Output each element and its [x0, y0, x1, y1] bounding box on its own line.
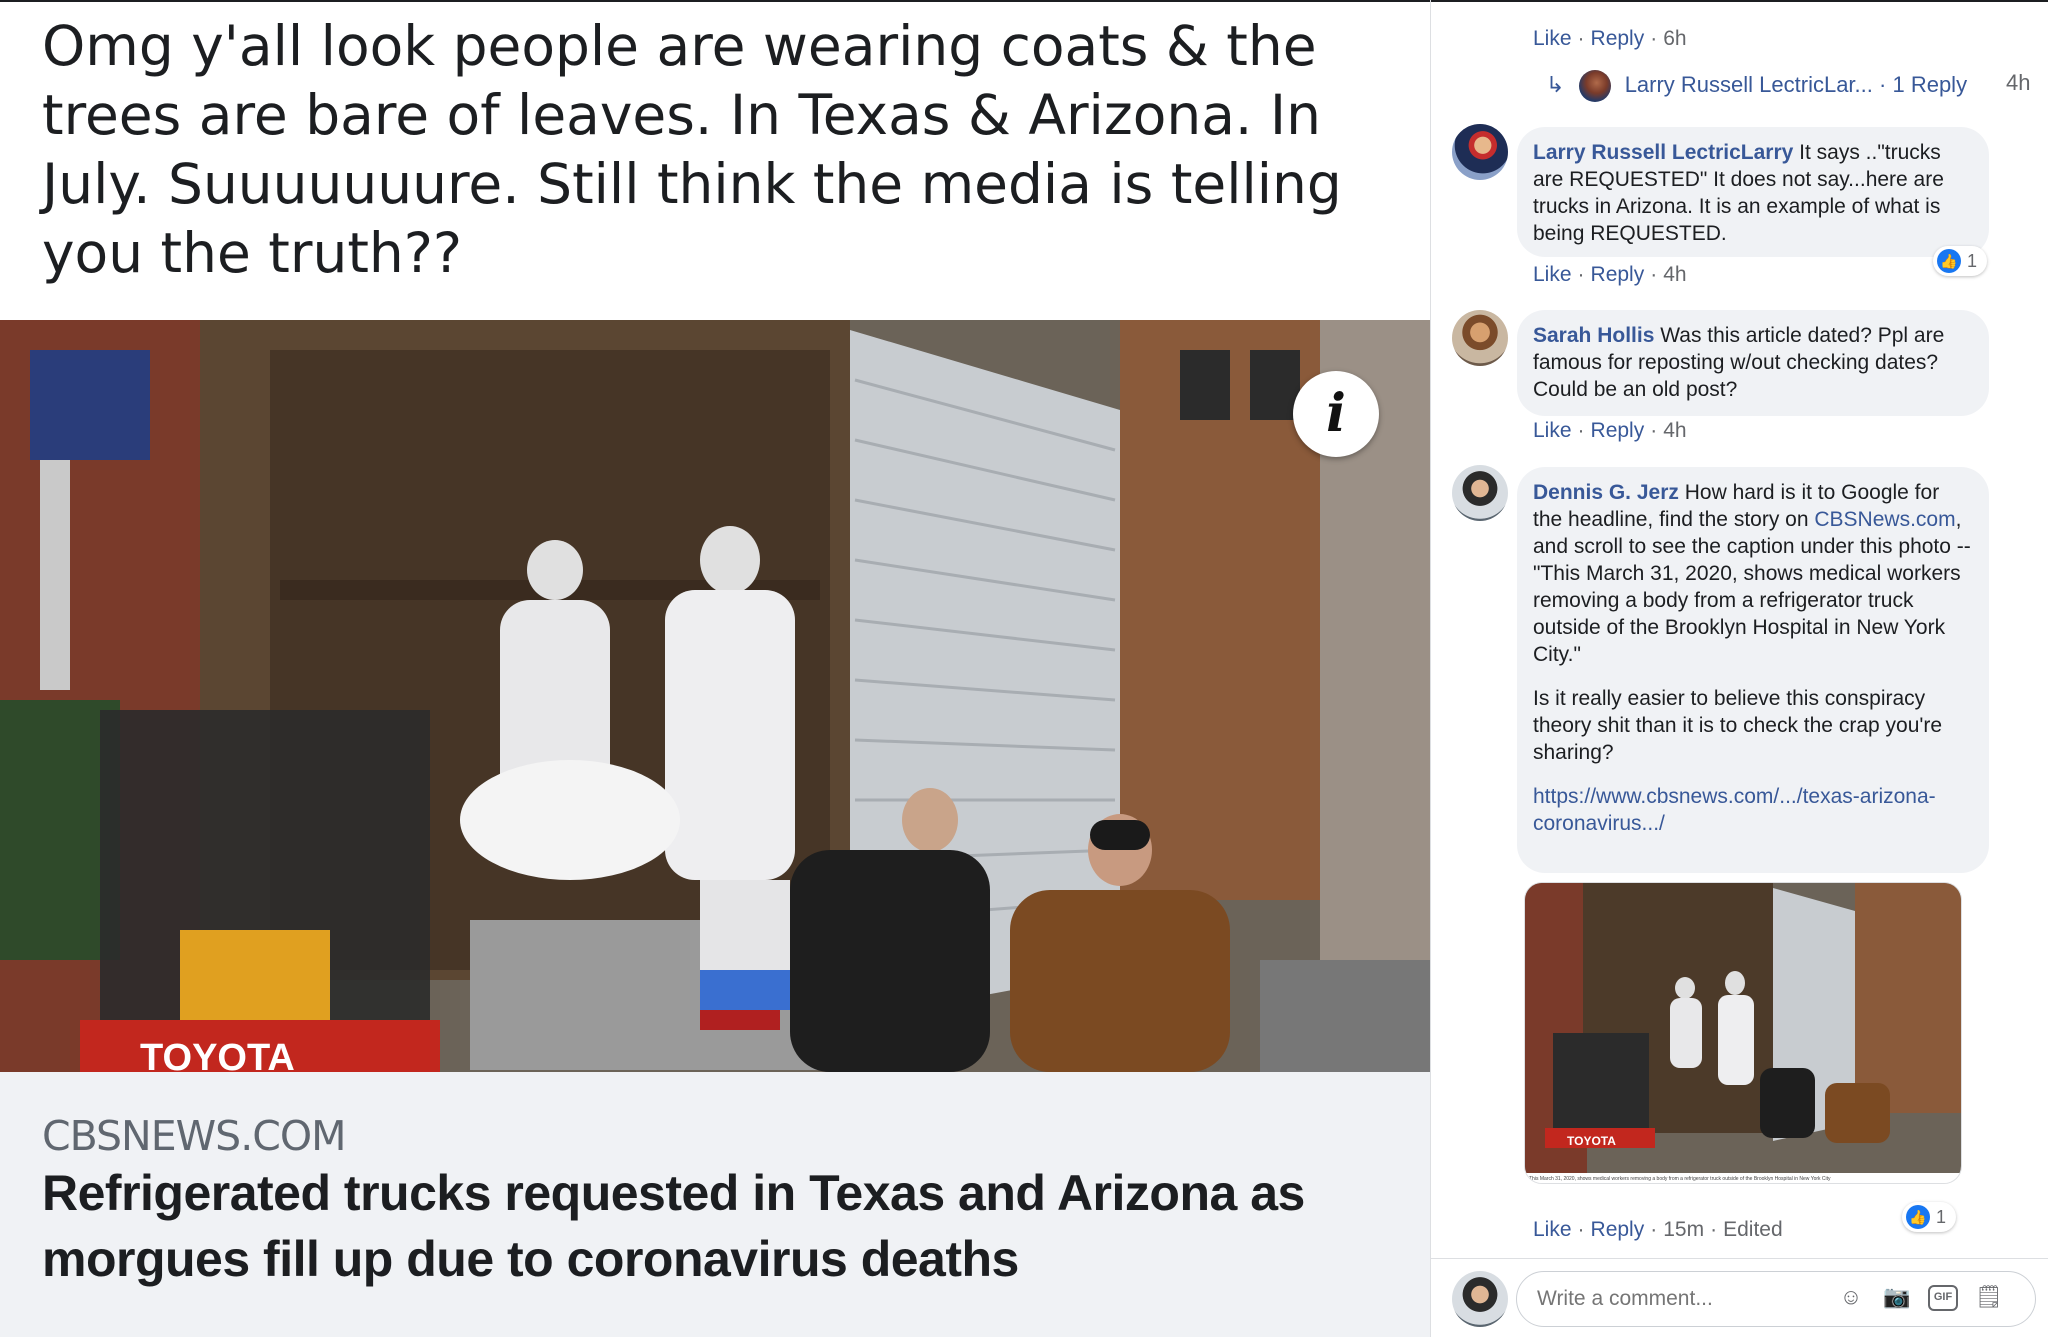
- comment-time: 6h: [1663, 27, 1687, 50]
- comment-url[interactable]: https://www.cbsnews.com/.../texas-arizon…: [1533, 783, 1971, 837]
- reaction-count: 1: [1936, 1207, 1947, 1227]
- reply-arrow-icon: ↳: [1546, 71, 1565, 97]
- comment-actions: Like · Reply · 4h: [1533, 263, 1687, 286]
- comment-bubble: Sarah Hollis Was this article dated? Ppl…: [1517, 310, 1989, 416]
- comment-photo[interactable]: TOYOTA This March 31, 2020, shows medica…: [1524, 882, 1962, 1184]
- photo-caption: This March 31, 2020, shows medical worke…: [1529, 1176, 1831, 1182]
- reply-link[interactable]: Reply: [1591, 27, 1645, 50]
- comment-bubble: Dennis G. Jerz How hard is it to Google …: [1517, 467, 1989, 873]
- sticker-icon[interactable]: 🗒: [1974, 1282, 2004, 1312]
- comment-author[interactable]: Larry Russell LectricLarry: [1533, 141, 1793, 164]
- reply-count[interactable]: 1 Reply: [1892, 72, 1967, 97]
- like-link[interactable]: Like: [1533, 263, 1572, 286]
- like-link[interactable]: Like: [1533, 419, 1572, 442]
- avatar: [1578, 70, 1611, 102]
- reaction-count: 1: [1967, 251, 1978, 271]
- edited-label: Edited: [1723, 1218, 1783, 1241]
- top-border: [0, 0, 2048, 2]
- reply-thread-author[interactable]: Larry Russell LectricLar...: [1625, 72, 1873, 97]
- link-domain: CBSNEWS.COM: [42, 1112, 347, 1160]
- avatar[interactable]: [1452, 310, 1508, 366]
- reply-thread-time: 4h: [2006, 70, 2031, 95]
- gif-icon[interactable]: GIF: [1928, 1285, 1958, 1311]
- avatar[interactable]: [1452, 124, 1508, 180]
- comment-actions: Like · Reply · 4h: [1533, 419, 1687, 442]
- comment-time: 4h: [1663, 419, 1687, 442]
- emoji-icon[interactable]: ☺: [1836, 1282, 1866, 1312]
- forklift-brand-text: TOYOTA: [1567, 1134, 1616, 1148]
- comment-text: Is it really easier to believe this cons…: [1533, 687, 1943, 764]
- panel-divider: [1430, 0, 1431, 1337]
- reaction-badge[interactable]: 👍 1: [1933, 246, 1988, 276]
- camera-icon[interactable]: 📷: [1882, 1282, 1912, 1312]
- reply-link[interactable]: Reply: [1591, 1218, 1645, 1241]
- comment-bubble: Larry Russell LectricLarry It says .."tr…: [1517, 127, 1989, 257]
- post-photo[interactable]: TOYOTA: [0, 320, 1430, 1072]
- reply-link[interactable]: Reply: [1591, 419, 1645, 442]
- inline-link[interactable]: CBSNews.com: [1814, 508, 1955, 531]
- reaction-badge[interactable]: 👍 1: [1902, 1202, 1957, 1232]
- comment-author[interactable]: Dennis G. Jerz: [1533, 481, 1679, 504]
- composer-icons: ☺ 📷 GIF 🗒: [1836, 1282, 2004, 1312]
- comment-actions-top: Like · Reply · 6h: [1533, 27, 1687, 50]
- like-link[interactable]: Like: [1533, 27, 1572, 50]
- forklift-brand-text: TOYOTA: [140, 1037, 295, 1072]
- reply-link[interactable]: Reply: [1591, 263, 1645, 286]
- comment-time: 4h: [1663, 263, 1687, 286]
- comment-time: 15m: [1663, 1218, 1705, 1241]
- post-text: Omg y'all look people are wearing coats …: [42, 14, 1342, 285]
- comment-author[interactable]: Sarah Hollis: [1533, 324, 1654, 347]
- thumbs-up-icon: 👍: [1937, 249, 1961, 273]
- info-icon[interactable]: i: [1293, 371, 1379, 457]
- avatar[interactable]: [1452, 465, 1508, 521]
- thumbs-up-icon: 👍: [1906, 1205, 1930, 1229]
- like-link[interactable]: Like: [1533, 1218, 1572, 1241]
- reply-thread-link[interactable]: ↳ Larry Russell LectricLar... · 1 Reply …: [1546, 70, 2030, 102]
- avatar: [1452, 1271, 1508, 1327]
- link-title[interactable]: Refrigerated trucks requested in Texas a…: [42, 1160, 1402, 1292]
- comment-actions: Like · Reply · 15m · Edited: [1533, 1218, 1783, 1241]
- comment-text: , and scroll to see the caption under th…: [1533, 508, 1971, 666]
